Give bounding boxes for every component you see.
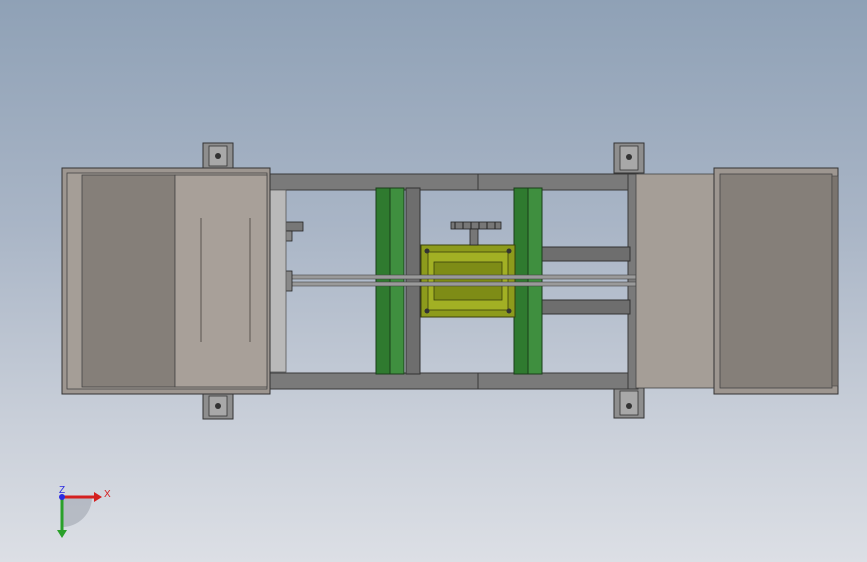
- conveyor-model-top-view: X Z: [57, 142, 839, 538]
- left-hopper-box: [61, 167, 271, 395]
- cad-viewport[interactable]: X Z: [0, 0, 867, 562]
- mounting-bracket-bottom-left: [202, 392, 234, 420]
- end-roller: [267, 189, 287, 373]
- y-axis-arrowhead: [57, 530, 67, 538]
- sprocket-motor: [450, 221, 502, 246]
- mounting-bracket-top-left: [202, 142, 234, 170]
- x-axis-label: X: [104, 489, 111, 500]
- x-axis-arrowhead: [94, 492, 102, 502]
- z-axis-label: Z: [59, 485, 65, 496]
- mounting-bracket-top-right: [613, 142, 645, 174]
- triad-plane-shading: [62, 497, 92, 527]
- drive-motor: [420, 244, 516, 318]
- mounting-bracket-bottom-right: [613, 387, 645, 419]
- coordinate-triad: X Z: [57, 485, 111, 538]
- right-hopper-box: [635, 167, 839, 395]
